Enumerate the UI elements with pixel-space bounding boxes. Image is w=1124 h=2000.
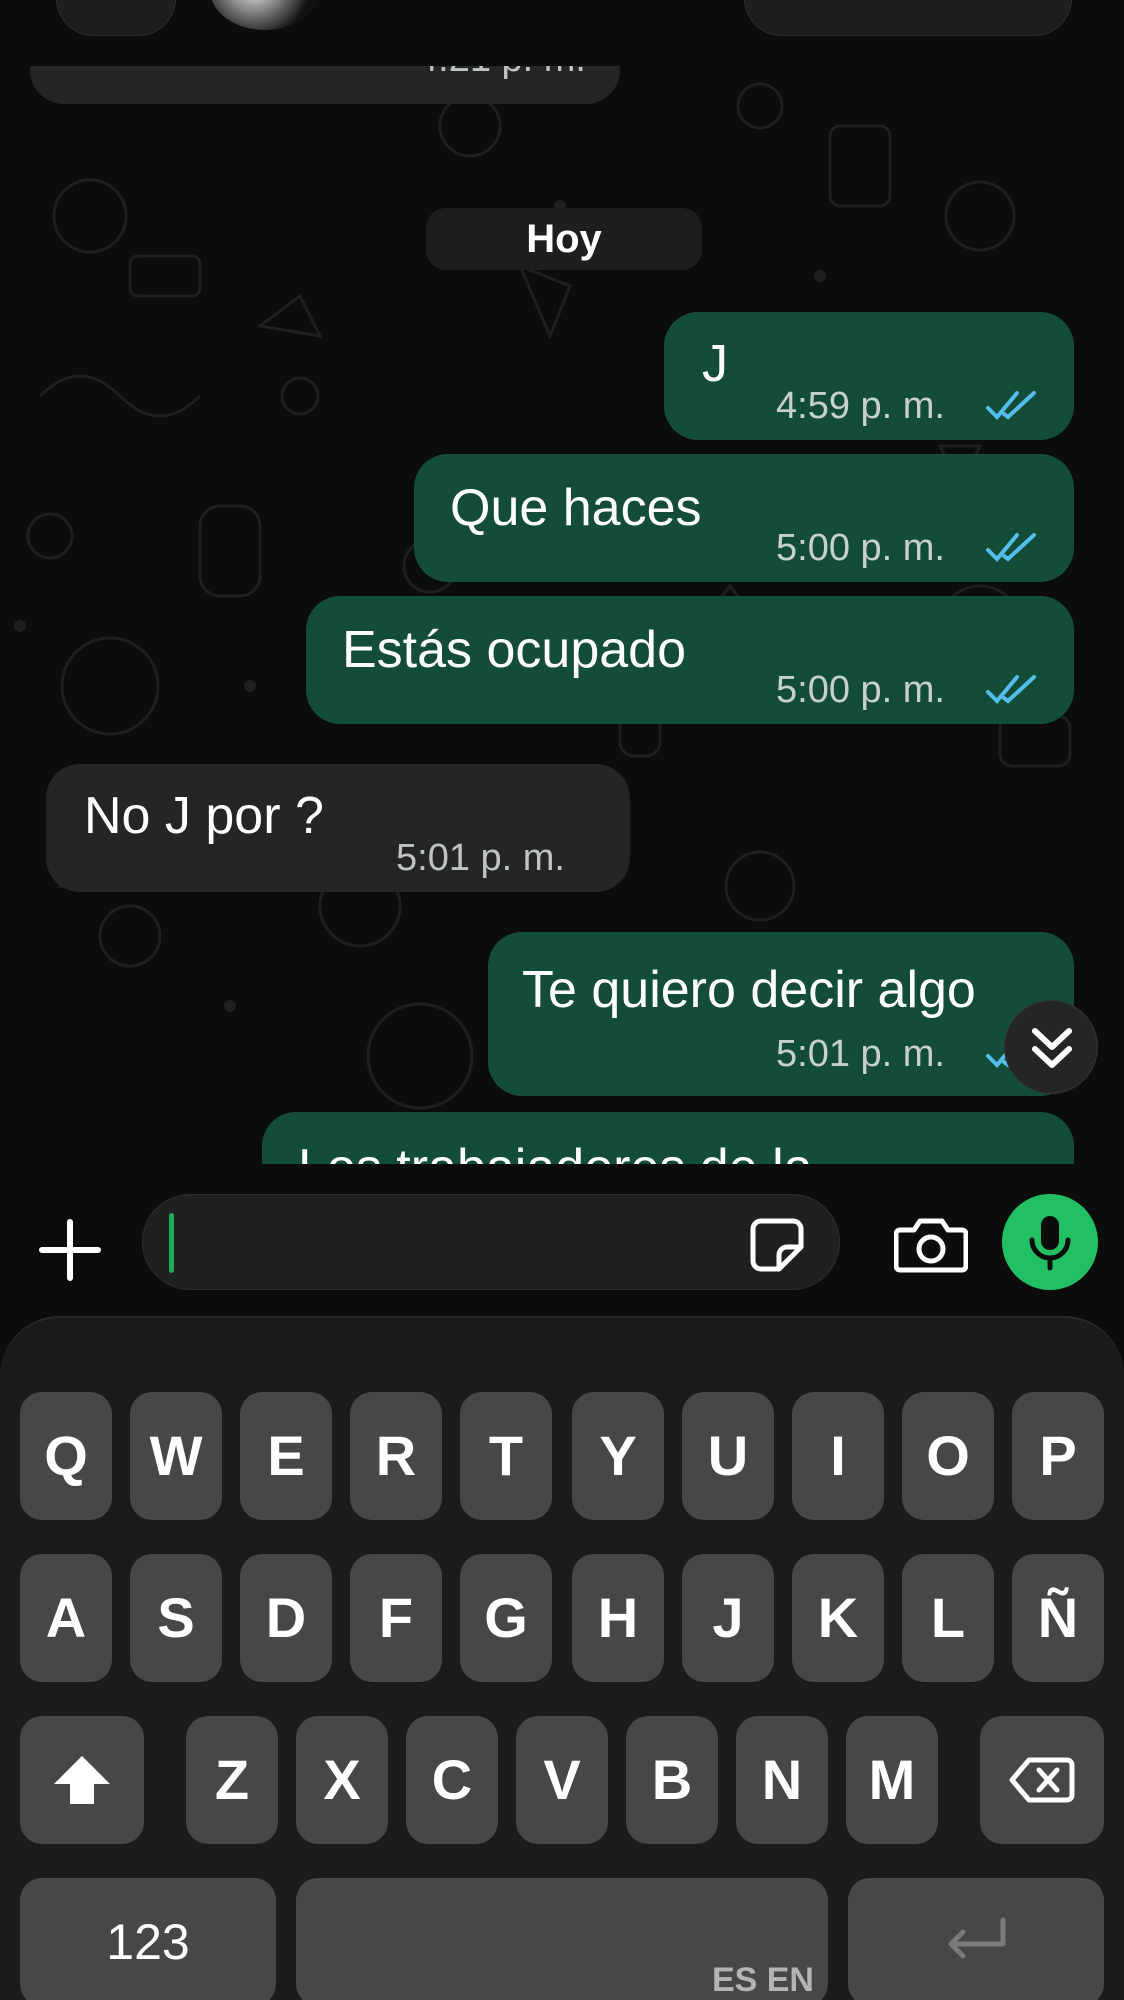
key-m[interactable]: M — [846, 1716, 938, 1844]
key-t[interactable]: T — [460, 1392, 552, 1520]
whatsapp-chat-screen: 4:21 p. m. Hoy J 4:59 p. m. Que haces 5:… — [0, 0, 1124, 2000]
text-cursor — [169, 1213, 174, 1273]
key-l[interactable]: L — [902, 1554, 994, 1682]
message-text: Los trabajadores de la — [298, 1138, 813, 1164]
key-x[interactable]: X — [296, 1716, 388, 1844]
key-r[interactable]: R — [350, 1392, 442, 1520]
microphone-icon — [1029, 1216, 1071, 1271]
key-i[interactable]: I — [792, 1392, 884, 1520]
composer-bar — [0, 1164, 1124, 1316]
key-u[interactable]: U — [682, 1392, 774, 1520]
plus-icon[interactable] — [36, 1216, 104, 1284]
key-e[interactable]: E — [240, 1392, 332, 1520]
space-bar[interactable]: ES EN — [296, 1878, 828, 2000]
double-check-read-icon — [986, 391, 1036, 420]
outgoing-message[interactable]: Te quiero decir algo 5:01 p. m. — [488, 932, 1074, 1096]
double-check-read-icon — [986, 533, 1036, 562]
outgoing-message[interactable]: Que haces 5:00 p. m. — [414, 454, 1074, 582]
key-s[interactable]: S — [130, 1554, 222, 1682]
backspace-icon — [1009, 1757, 1075, 1803]
sticker-icon[interactable] — [747, 1215, 807, 1275]
key-b[interactable]: B — [626, 1716, 718, 1844]
back-button[interactable] — [56, 0, 176, 36]
call-actions-group[interactable] — [744, 0, 1072, 36]
message-input[interactable] — [142, 1194, 840, 1290]
camera-icon[interactable] — [894, 1214, 968, 1274]
key-enye[interactable]: Ñ — [1012, 1554, 1104, 1682]
outgoing-message[interactable]: J 4:59 p. m. — [664, 312, 1074, 440]
outgoing-message[interactable]: Estás ocupado 5:00 p. m. — [306, 596, 1074, 724]
return-key[interactable] — [848, 1878, 1104, 2000]
incoming-message[interactable]: No J por ? 5:01 p. m. — [46, 764, 630, 892]
message-time: 5:00 p. m. — [776, 527, 945, 569]
key-a[interactable]: A — [20, 1554, 112, 1682]
key-h[interactable]: H — [572, 1554, 664, 1682]
on-screen-keyboard: Q W E R T Y U I O P A S D F G H J K L Ñ … — [0, 1316, 1124, 2000]
key-f[interactable]: F — [350, 1554, 442, 1682]
message-text: Te quiero decir algo — [522, 961, 976, 1019]
key-y[interactable]: Y — [572, 1392, 664, 1520]
message-text: Estás ocupado — [342, 621, 687, 679]
voice-message-button[interactable] — [1002, 1194, 1098, 1290]
message-text: J — [702, 335, 728, 393]
key-q[interactable]: Q — [20, 1392, 112, 1520]
key-v[interactable]: V — [516, 1716, 608, 1844]
message-time: 5:01 p. m. — [396, 837, 565, 879]
message-time: 4:59 p. m. — [776, 385, 945, 427]
message-text: No J por ? — [84, 787, 324, 845]
shift-arrow-icon — [54, 1756, 110, 1804]
double-chevron-down-icon — [1032, 1028, 1072, 1068]
numbers-key[interactable]: 123 — [20, 1878, 276, 2000]
message-time: 5:00 p. m. — [776, 669, 945, 711]
key-p[interactable]: P — [1012, 1392, 1104, 1520]
key-w[interactable]: W — [130, 1392, 222, 1520]
keyboard-language-indicator: ES EN — [711, 1961, 814, 1999]
day-separator: Hoy — [426, 208, 702, 270]
chat-header — [0, 0, 1124, 66]
message-time: 5:01 p. m. — [776, 1033, 945, 1075]
backspace-key[interactable] — [980, 1716, 1104, 1844]
key-z[interactable]: Z — [186, 1716, 278, 1844]
key-o[interactable]: O — [902, 1392, 994, 1520]
message-text: Que haces — [450, 479, 702, 537]
message-list[interactable]: 4:21 p. m. Hoy J 4:59 p. m. Que haces 5:… — [0, 66, 1124, 1164]
scroll-to-bottom-button[interactable] — [1004, 1000, 1098, 1094]
key-j[interactable]: J — [682, 1554, 774, 1682]
outgoing-message[interactable]: Los trabajadores de la — [262, 1112, 1074, 1164]
key-g[interactable]: G — [460, 1554, 552, 1682]
return-icon — [948, 1917, 1006, 1959]
key-d[interactable]: D — [240, 1554, 332, 1682]
avatar[interactable] — [210, 0, 320, 30]
key-n[interactable]: N — [736, 1716, 828, 1844]
key-k[interactable]: K — [792, 1554, 884, 1682]
shift-key[interactable] — [20, 1716, 144, 1844]
double-check-read-icon — [986, 675, 1036, 704]
message-time: 4:21 p. m. — [417, 66, 586, 81]
key-c[interactable]: C — [406, 1716, 498, 1844]
previous-message-bubble[interactable]: 4:21 p. m. — [30, 66, 620, 104]
